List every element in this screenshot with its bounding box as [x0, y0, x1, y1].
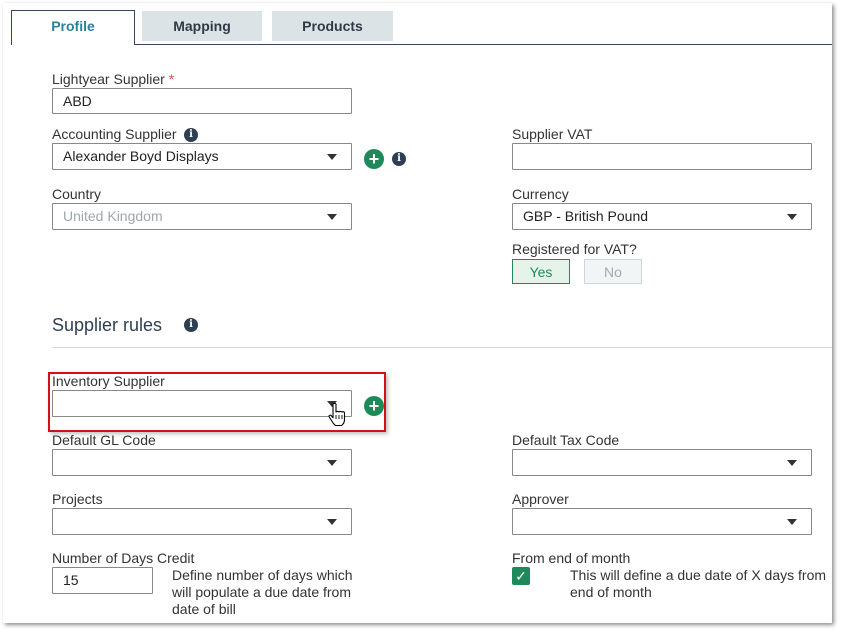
lightyear-supplier-label-text: Lightyear Supplier	[52, 71, 165, 87]
add-inventory-supplier-icon[interactable]: +	[364, 396, 384, 416]
tab-bar-underline	[134, 44, 832, 45]
default-gl-code-select[interactable]	[52, 449, 352, 476]
supplier-editor-window: Profile Mapping Products Lightyear Suppl…	[3, 3, 832, 623]
supplier-rules-info-icon[interactable]: i	[184, 318, 198, 332]
chevron-down-icon	[327, 214, 337, 220]
hand-pointer-cursor-icon	[328, 402, 346, 427]
approver-label: Approver	[512, 491, 569, 507]
accounting-supplier-add-info-icon[interactable]: i	[392, 152, 406, 166]
accounting-supplier-value: Alexander Boyd Displays	[63, 148, 219, 164]
supplier-vat-label: Supplier VAT	[512, 126, 593, 142]
end-of-month-help-line: This will define a due date of X days fr…	[570, 567, 827, 583]
end-of-month-checkbox[interactable]: ✓	[512, 567, 530, 585]
lightyear-supplier-label: Lightyear Supplier *	[52, 71, 174, 87]
chevron-down-icon	[327, 519, 337, 525]
registered-vat-yes-button[interactable]: Yes	[512, 259, 570, 284]
lightyear-supplier-input[interactable]: ABD	[52, 88, 352, 114]
accounting-supplier-select[interactable]: Alexander Boyd Displays	[52, 143, 352, 170]
country-select[interactable]: United Kingdom	[52, 203, 352, 230]
registered-vat-no-button[interactable]: No	[584, 259, 642, 284]
accounting-supplier-label: Accounting Supplier	[52, 126, 177, 142]
end-of-month-label: From end of month	[512, 550, 631, 566]
approver-select[interactable]	[512, 508, 812, 535]
registered-vat-label: Registered for VAT?	[512, 241, 637, 257]
days-credit-help-line: date of bill	[172, 601, 236, 617]
days-credit-help: Define number of days which will populat…	[172, 567, 353, 618]
tab-profile[interactable]: Profile	[11, 10, 135, 45]
default-gl-code-label: Default GL Code	[52, 432, 156, 448]
days-credit-label: Number of Days Credit	[52, 550, 195, 566]
inventory-supplier-label: Inventory Supplier	[52, 373, 165, 389]
days-credit-help-line: will populate a due date from	[172, 584, 351, 600]
section-divider	[52, 347, 832, 348]
chevron-down-icon	[787, 460, 797, 466]
default-tax-code-select[interactable]	[512, 449, 812, 476]
chevron-down-icon	[787, 214, 797, 220]
chevron-down-icon	[327, 154, 337, 160]
chevron-down-icon	[787, 519, 797, 525]
currency-select[interactable]: GBP - British Pound	[512, 203, 812, 230]
supplier-rules-heading: Supplier rules	[52, 315, 163, 335]
default-tax-code-label: Default Tax Code	[512, 432, 620, 448]
projects-label: Projects	[52, 491, 103, 507]
required-mark: *	[168, 71, 175, 87]
currency-value: GBP - British Pound	[523, 208, 649, 224]
country-value: United Kingdom	[63, 208, 163, 224]
end-of-month-help-line: end of month	[570, 584, 652, 600]
add-accounting-supplier-icon[interactable]: +	[364, 149, 384, 169]
days-credit-help-line: Define number of days which	[172, 567, 353, 583]
projects-select[interactable]	[52, 508, 352, 535]
currency-label: Currency	[512, 186, 569, 202]
end-of-month-help: This will define a due date of X days fr…	[570, 567, 826, 601]
chevron-down-icon	[327, 460, 337, 466]
supplier-vat-input[interactable]	[512, 143, 812, 170]
inventory-supplier-select[interactable]	[52, 390, 352, 417]
tab-products[interactable]: Products	[272, 11, 393, 41]
days-credit-input[interactable]: 15	[52, 567, 153, 594]
tab-mapping[interactable]: Mapping	[142, 11, 262, 41]
country-label: Country	[52, 186, 102, 202]
accounting-supplier-info-icon[interactable]: i	[184, 128, 198, 142]
